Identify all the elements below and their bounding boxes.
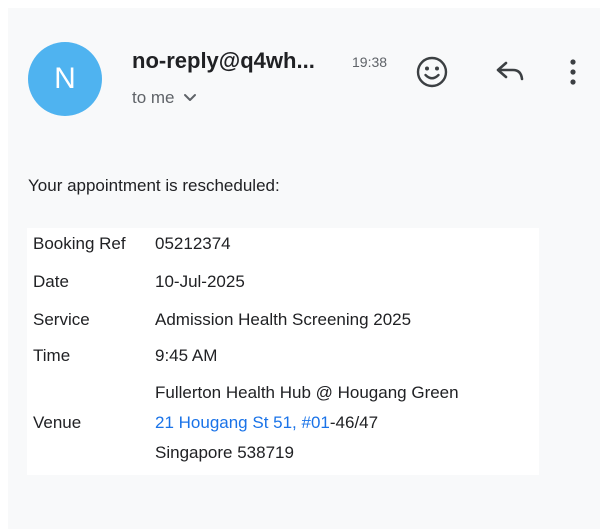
reply-button[interactable]: [490, 54, 530, 94]
booking-ref-value: 05212374: [155, 234, 231, 253]
venue-line-2: 21 Hougang St 51, #01-46/47: [155, 413, 378, 433]
venue-unit-suffix: -46/47: [329, 413, 379, 432]
recipient-label: to me: [132, 88, 175, 107]
avatar[interactable]: N: [28, 42, 102, 116]
email-intro: Your appointment is rescheduled:: [28, 176, 280, 195]
venue-address-link[interactable]: 21 Hougang St 51, #01: [155, 413, 330, 432]
more-vertical-icon: [569, 57, 577, 92]
avatar-letter: N: [54, 62, 76, 95]
service-label: Service: [33, 310, 90, 329]
time-label: Time: [33, 346, 71, 365]
smiley-face-icon: [415, 55, 449, 94]
venue-line-1: Fullerton Health Hub @ Hougang Green: [155, 383, 459, 402]
received-time: 19:38: [352, 54, 388, 70]
booking-ref-label: Booking Ref: [33, 234, 126, 253]
sender-address[interactable]: no-reply@q4wh...: [132, 48, 315, 74]
recipient-toggle[interactable]: to me: [132, 88, 197, 108]
time-value: 9:45 AM: [155, 346, 218, 365]
date-label: Date: [33, 272, 69, 291]
service-value: Admission Health Screening 2025: [155, 310, 412, 329]
chevron-down-icon: [183, 88, 197, 108]
venue-label: Venue: [33, 413, 82, 432]
more-options-button[interactable]: [558, 54, 588, 94]
venue-line-3: Singapore 538719: [155, 443, 294, 462]
reply-arrow-icon: [493, 57, 527, 92]
date-value: 10-Jul-2025: [155, 272, 245, 291]
appointment-details-table: Booking Ref 05212374 Date 10-Jul-2025 Se…: [27, 228, 539, 475]
add-reaction-button[interactable]: [412, 54, 452, 94]
